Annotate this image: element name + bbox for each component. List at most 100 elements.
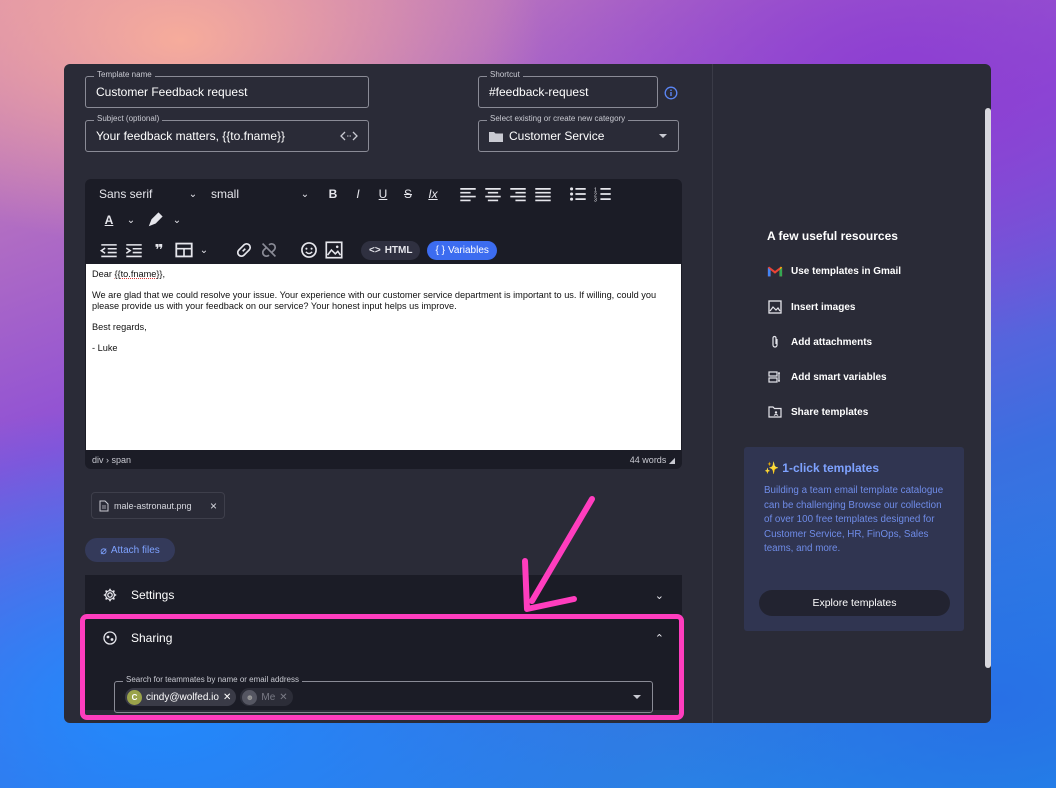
resource-gmail[interactable]: Use templates in Gmail [767, 265, 901, 278]
font-family-select[interactable]: Sans serif [99, 184, 177, 204]
promo-title-text: 1-click templates [782, 461, 880, 475]
resource-label: Add attachments [791, 336, 873, 348]
blockquote-icon[interactable]: ❞ [150, 240, 168, 260]
sparkles-icon: ✨ [764, 461, 779, 475]
word-count: 44 words ◢ [630, 455, 675, 465]
greeting-prefix: Dear [92, 269, 115, 279]
table-icon[interactable] [175, 240, 193, 260]
dropdown-caret-icon[interactable] [658, 133, 668, 139]
toolbar-row-1: Sans serif ⌄ small ⌄ B I U S Ix 123 [85, 182, 619, 206]
unlink-icon[interactable] [260, 240, 278, 260]
chevron-down-icon[interactable]: ⌄ [168, 210, 186, 230]
emoji-icon[interactable] [300, 240, 318, 260]
rich-text-editor: Sans serif ⌄ small ⌄ B I U S Ix 123 A ⌄ … [85, 179, 682, 469]
category-value: Customer Service [509, 129, 605, 143]
gmail-icon [767, 266, 783, 277]
toolbar-row-3: ❞ ⌄ <> HTML { } Variables [85, 238, 504, 262]
attachment-filename: male-astronaut.png [114, 500, 192, 511]
promo-text: Building a team email template catalogue… [764, 485, 944, 554]
variables-icon [768, 371, 780, 383]
strikethrough-icon[interactable]: S [399, 184, 417, 204]
chevron-down-icon[interactable]: ⌄ [122, 210, 140, 230]
code-variable-icon[interactable] [340, 130, 358, 142]
braces-icon: { } [435, 244, 445, 256]
align-justify-icon[interactable] [534, 184, 552, 204]
align-left-icon[interactable] [459, 184, 477, 204]
resource-add-attachments[interactable]: Add attachments [767, 335, 872, 349]
one-click-templates-card: ✨ 1-click templates Building a team emai… [744, 447, 964, 631]
align-center-icon[interactable] [484, 184, 502, 204]
bullet-list-icon[interactable] [569, 184, 587, 204]
resource-smart-variables[interactable]: Add smart variables [767, 370, 887, 384]
resource-label: Use templates in Gmail [791, 266, 902, 277]
scrollbar[interactable] [985, 108, 991, 668]
editor-statusbar: div › span 44 words ◢ [85, 450, 682, 469]
greeting-line: Dear {{to.fname}}, [92, 269, 675, 280]
highlighter-icon[interactable] [146, 210, 164, 230]
template-name-field[interactable]: Template name Customer Feedback request [85, 70, 369, 108]
category-label: Select existing or create new category [487, 114, 629, 123]
insert-image-icon[interactable] [325, 240, 343, 260]
explore-templates-button[interactable]: Explore templates [759, 590, 950, 616]
category-select[interactable]: Select existing or create new category C… [478, 114, 679, 152]
subject-label: Subject (optional) [94, 114, 163, 123]
resources-title: A few useful resources [767, 229, 898, 243]
greeting-suffix: , [162, 269, 166, 279]
template-name-label: Template name [94, 70, 155, 79]
element-path: div › span [92, 454, 132, 465]
remove-attachment-icon[interactable]: × [210, 499, 217, 513]
paperclip-icon: ⌀ [100, 544, 107, 557]
attach-files-label: Attach files [110, 544, 160, 556]
variables-label: Variables [447, 244, 489, 256]
resource-label: Share templates [791, 406, 869, 418]
bold-icon[interactable]: B [324, 184, 342, 204]
annotation-arrow [522, 496, 595, 612]
shortcut-value: #feedback-request [489, 85, 589, 99]
code-icon: <> [369, 244, 381, 256]
image-icon [768, 300, 782, 314]
chevron-down-icon[interactable]: ⌄ [296, 184, 314, 204]
resource-insert-images[interactable]: Insert images [767, 300, 855, 314]
outdent-icon[interactable] [100, 240, 118, 260]
closing-line: Best regards, [92, 322, 147, 332]
italic-icon[interactable]: I [349, 184, 367, 204]
text-color-icon[interactable]: A [100, 210, 118, 230]
template-name-value: Customer Feedback request [96, 85, 248, 99]
settings-label: Settings [131, 588, 175, 602]
file-icon [99, 500, 109, 511]
chevron-down-icon[interactable]: ⌄ [195, 240, 213, 260]
svg-text:3: 3 [594, 198, 597, 204]
signature-line: - Luke [92, 343, 118, 353]
resource-share-templates[interactable]: Share templates [767, 405, 868, 419]
resource-label: Add smart variables [791, 371, 887, 383]
email-body[interactable]: Dear {{to.fname}}, We are glad that we c… [86, 264, 681, 450]
variables-button[interactable]: { } Variables [427, 240, 497, 260]
folder-icon [489, 131, 503, 142]
share-folder-icon [768, 406, 782, 418]
indent-icon[interactable] [125, 240, 143, 260]
subject-field[interactable]: Subject (optional) Your feedback matters… [85, 114, 369, 152]
info-icon[interactable] [664, 86, 678, 100]
font-size-select[interactable]: small [211, 184, 289, 204]
align-right-icon[interactable] [509, 184, 527, 204]
toolbar-row-2: A ⌄ ⌄ [85, 208, 193, 232]
shortcut-field[interactable]: Shortcut #feedback-request [478, 70, 658, 108]
gear-icon [103, 588, 117, 602]
html-button[interactable]: <> HTML [361, 240, 421, 260]
chevron-down-icon[interactable]: ⌄ [655, 589, 664, 602]
attachment-chip: male-astronaut.png × [91, 492, 225, 519]
font-size-value: small [211, 187, 240, 201]
font-family-value: Sans serif [99, 187, 153, 201]
subject-value: Your feedback matters, {{to.fname}} [96, 129, 286, 143]
resize-handle-icon[interactable]: ◢ [669, 456, 675, 465]
annotation-highlight-box [80, 614, 684, 720]
attach-files-button[interactable]: ⌀ Attach files [85, 538, 175, 562]
numbered-list-icon[interactable]: 123 [594, 184, 612, 204]
promo-title: ✨ 1-click templates [764, 461, 945, 475]
greeting-variable: {{to.fname}} [114, 269, 163, 279]
underline-icon[interactable]: U [374, 184, 392, 204]
clear-format-icon[interactable]: Ix [424, 184, 442, 204]
resource-label: Insert images [791, 301, 856, 313]
chevron-down-icon[interactable]: ⌄ [184, 184, 202, 204]
link-icon[interactable] [235, 240, 253, 260]
